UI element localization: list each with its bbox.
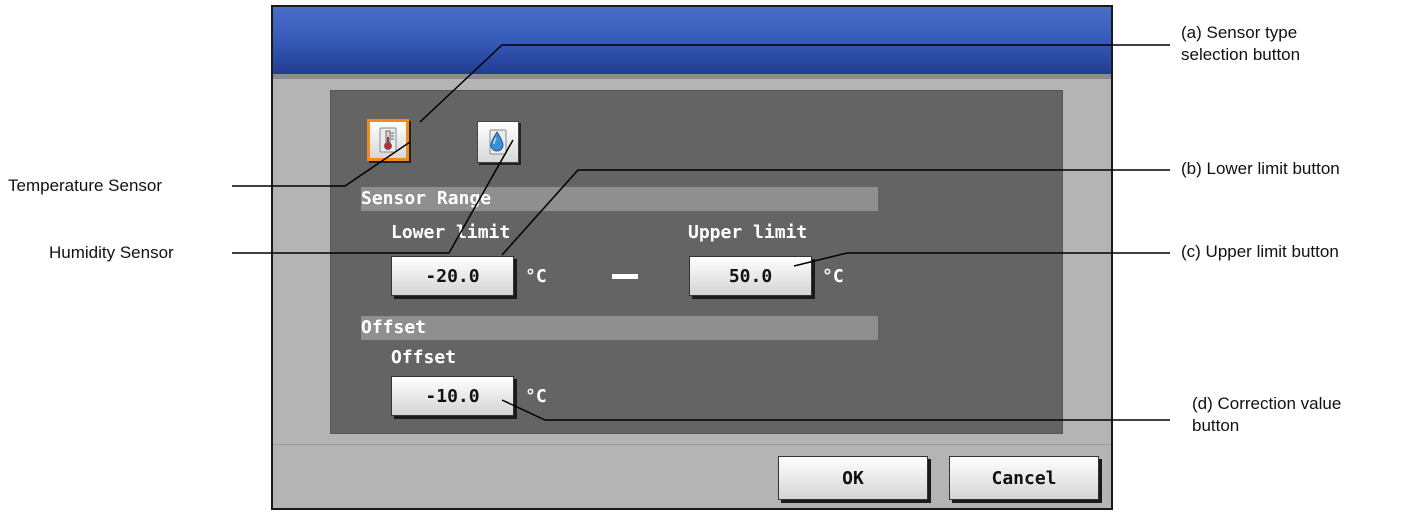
callout-sensor-type-line2: selection button	[1181, 45, 1301, 64]
callout-correction-line1: (d) Correction value	[1192, 394, 1342, 413]
callout-lower-limit: (b) Lower limit button	[1181, 159, 1340, 178]
callout-temperature-sensor: Temperature Sensor	[8, 176, 163, 195]
callout-sensor-type: (a) Sensor type selection button	[1181, 22, 1300, 66]
callout-sensor-type-line1: (a) Sensor type	[1181, 23, 1298, 42]
callout-humidity-sensor: Humidity Sensor	[49, 243, 174, 262]
callout-correction-line2: button	[1192, 416, 1240, 435]
callout-upper-limit: (c) Upper limit button	[1181, 242, 1339, 261]
callout-correction: (d) Correction value button	[1192, 393, 1341, 437]
